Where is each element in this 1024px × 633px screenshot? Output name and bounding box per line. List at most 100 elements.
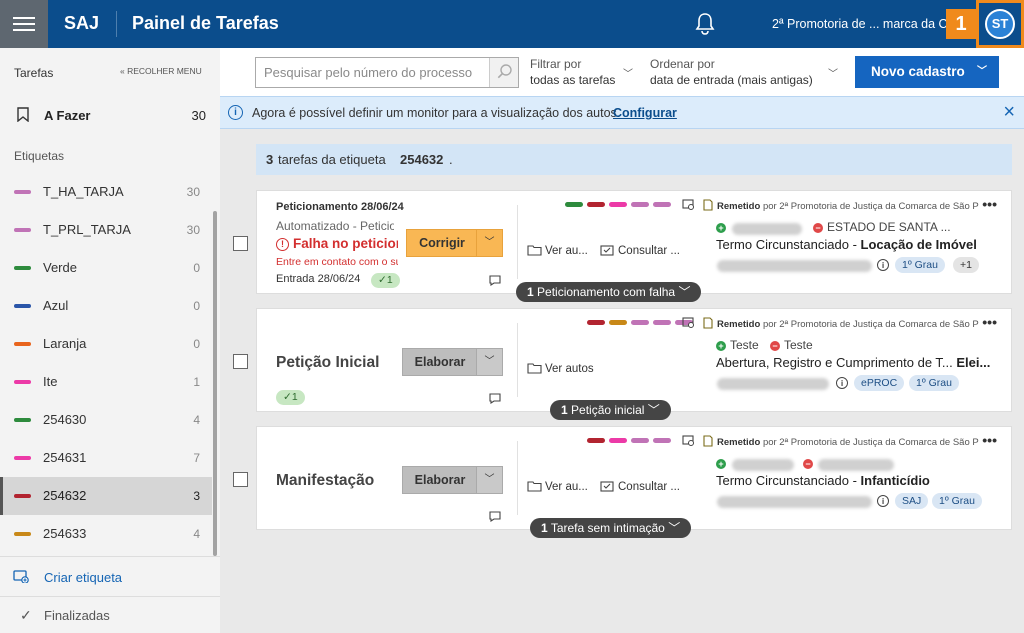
tag-color-swatch: [14, 456, 31, 460]
order-dropdown[interactable]: Ordenar por data de entrada (mais antiga…: [650, 56, 840, 88]
tag-count: 0: [193, 299, 200, 313]
group-toggle-sem-intimacao[interactable]: 1 Tarefa sem intimação ﹀: [530, 518, 692, 538]
comment-icon[interactable]: [489, 511, 501, 522]
forwarded-origin: por 2ª Promotoria de Justiça da Comarca …: [762, 201, 979, 212]
view-records-button[interactable]: Ver autos: [527, 362, 594, 375]
search-button[interactable]: [489, 58, 518, 87]
finished-tasks-link[interactable]: ✓ Finalizadas: [0, 596, 220, 633]
info-icon[interactable]: i: [877, 495, 889, 507]
finished-label: Finalizadas: [44, 608, 110, 623]
tag-count: 1: [193, 375, 200, 389]
avatar[interactable]: ST: [985, 9, 1015, 39]
tag-more-badge[interactable]: +1: [953, 257, 979, 273]
comment-icon[interactable]: [489, 275, 501, 286]
elaborar-button[interactable]: Elaborar ﹀: [402, 466, 503, 494]
add-tag-icon: [13, 570, 29, 583]
task-card[interactable]: Peticionamento 28/06/24 Automatizado - P…: [256, 190, 1012, 294]
task-card[interactable]: Petição Inicial ✓1 Elaborar ﹀ Ver autos …: [256, 308, 1012, 412]
consult-label: Consultar ...: [618, 245, 680, 257]
new-registration-button[interactable]: Novo cadastro ﹀: [855, 56, 999, 88]
error-icon: !: [276, 238, 289, 251]
case-class-name: Termo Circunstanciado: [716, 473, 849, 488]
collapse-menu-button[interactable]: « RECOLHER MENU: [120, 66, 202, 76]
sidebar-item-a-fazer[interactable]: A Fazer 30: [0, 98, 220, 132]
redacted-party-name: [732, 223, 802, 235]
more-options-icon[interactable]: •••: [982, 196, 997, 212]
view-records-button[interactable]: Ver au...: [527, 244, 588, 257]
sidebar-tag-254633[interactable]: 254633 4: [0, 515, 212, 553]
forwarded-origin: por 2ª Promotoria de Justiça da Comarca …: [762, 437, 979, 448]
chevron-down-icon[interactable]: ﹀: [476, 349, 502, 375]
tag-count: 30: [186, 223, 200, 237]
case-class-name: Abertura, Registro e Cumprimento de T...: [716, 355, 953, 370]
corrigir-label: Corrigir: [419, 236, 465, 250]
forwarded-label: Remetido: [717, 437, 761, 448]
more-options-icon[interactable]: •••: [982, 314, 997, 330]
sidebar-tag-t-prl-tarja[interactable]: T_PRL_TARJA 30: [0, 211, 212, 249]
sidebar-tag-verde[interactable]: Verde 0: [0, 249, 212, 287]
info-icon[interactable]: i: [877, 259, 889, 271]
task-checkbox[interactable]: [233, 236, 248, 251]
configure-link[interactable]: Configurar: [613, 106, 677, 120]
top-bar: SAJ Painel de Tarefas 2ª Promotoria de .…: [0, 0, 1024, 48]
signature-count-badge: ✓1: [276, 390, 305, 405]
task-checkbox[interactable]: [233, 354, 248, 369]
sidebar-scrollbar[interactable]: [213, 211, 217, 556]
case-class: Abertura, Registro e Cumprimento de T...…: [716, 355, 996, 370]
case-class-name: Termo Circunstanciado: [716, 237, 849, 252]
tag-color-swatch: [14, 228, 31, 232]
elaborar-button[interactable]: Elaborar ﹀: [402, 348, 503, 376]
consult-button[interactable]: Consultar ...: [600, 480, 680, 493]
tag-color-swatch: [14, 266, 31, 270]
search-input[interactable]: [256, 58, 490, 87]
view-records-button[interactable]: Ver au...: [527, 480, 588, 493]
consult-icon: [600, 245, 614, 256]
info-icon[interactable]: i: [836, 377, 848, 389]
bookmark-icon: [17, 107, 29, 122]
sidebar-tag-laranja[interactable]: Laranja 0: [0, 325, 212, 363]
consult-button[interactable]: Consultar ...: [600, 244, 680, 257]
party-passive: −: [803, 456, 817, 470]
view-records-label: Ver au...: [545, 481, 588, 493]
tag-color-swatch: [14, 494, 31, 498]
comment-icon[interactable]: [489, 393, 501, 404]
close-icon[interactable]: ×: [1003, 101, 1015, 124]
party-active: + Teste: [716, 338, 759, 352]
sidebar: Tarefas « RECOLHER MENU A Fazer 30 Etiqu…: [0, 48, 220, 633]
task-title: Manifestação: [276, 472, 375, 489]
plus-icon: +: [716, 459, 726, 469]
info-banner: i Agora é possível definir um monitor pa…: [220, 96, 1024, 129]
group-toggle-peticao-inicial[interactable]: 1 Petição inicial ﹀: [550, 400, 671, 420]
sidebar-tag-ite[interactable]: Ite 1: [0, 363, 212, 401]
sidebar-tag-t-ha-tarja[interactable]: T_HA_TARJA 30: [0, 173, 212, 211]
tag-label: 254630: [43, 412, 87, 427]
toolbar: Filtrar por todas as tarefas ﹀ Ordenar p…: [220, 48, 1024, 96]
create-tag-button[interactable]: Criar etiqueta: [0, 556, 220, 596]
chevron-down-icon[interactable]: ﹀: [476, 230, 502, 256]
unit-selector[interactable]: 2ª Promotoria de ... marca da Ca: [772, 17, 948, 31]
sidebar-tag-254631[interactable]: 254631 7: [0, 439, 212, 477]
monitor-settings-icon[interactable]: [682, 435, 695, 447]
brand-logo[interactable]: SAJ: [64, 13, 99, 34]
tag-dot: [587, 438, 605, 443]
new-registration-label: Novo cadastro: [871, 64, 965, 79]
minus-icon: −: [803, 459, 813, 469]
view-records-label: Ver autos: [545, 363, 594, 375]
menu-icon[interactable]: [0, 0, 48, 48]
group-toggle-peticionamento[interactable]: 1 Peticionamento com falha ﹀: [516, 282, 702, 302]
bell-icon[interactable]: [694, 12, 716, 36]
consult-icon: [600, 481, 614, 492]
sidebar-tag-azul[interactable]: Azul 0: [0, 287, 212, 325]
corrigir-button[interactable]: Corrigir ﹀: [406, 229, 503, 257]
chevron-down-icon[interactable]: ﹀: [476, 467, 502, 493]
task-card[interactable]: Manifestação Elaborar ﹀ Ver au... Consul…: [256, 426, 1012, 530]
task-subtitle: Automatizado - Peticionamento: [276, 219, 394, 233]
more-options-icon[interactable]: •••: [982, 432, 997, 448]
task-checkbox[interactable]: [233, 472, 248, 487]
sidebar-tag-254632[interactable]: 254632 3: [0, 477, 212, 515]
sidebar-tag-254630[interactable]: 254630 4: [0, 401, 212, 439]
filter-dropdown[interactable]: Filtrar por todas as tarefas ﹀: [530, 56, 636, 88]
view-records-label: Ver au...: [545, 245, 588, 257]
monitor-settings-icon[interactable]: [682, 199, 695, 211]
monitor-settings-icon[interactable]: [682, 317, 695, 329]
